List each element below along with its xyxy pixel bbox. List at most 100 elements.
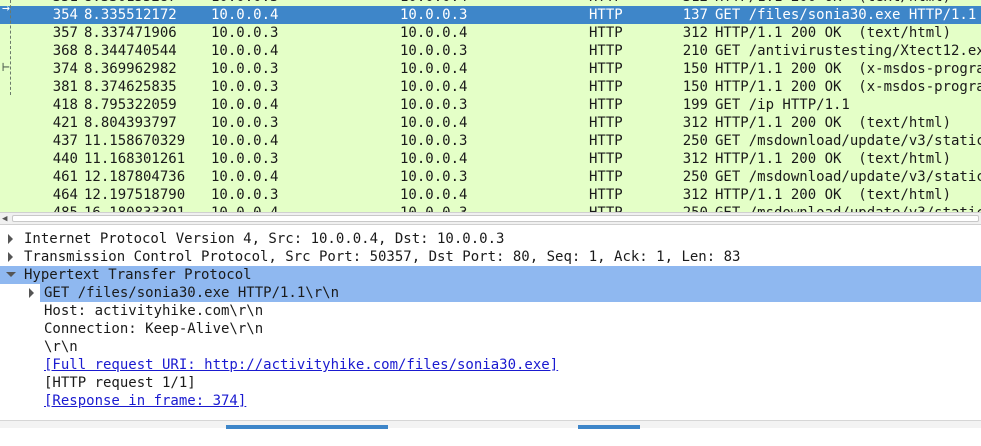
packet-row[interactable]: 374 8.369962982 10.0.0.3 10.0.0.4 HTTP 150 HTT… (0, 60, 981, 78)
packet-details-pane[interactable]: Internet Protocol Version 4, Src: 10.0.0… (0, 230, 981, 418)
frame-time-cell: 8.337471906 (84, 25, 177, 41)
frame-length-cell: 312 (682, 25, 708, 41)
frame-length-cell: 250 (674, 204, 708, 212)
frame-number-cell: 421 (52, 115, 78, 131)
triangle-right-icon[interactable] (8, 234, 13, 244)
packet-row-selected[interactable]: 354 8.335512172 10.0.0.4 10.0.0.3 HTTP 137 GET… (0, 6, 981, 24)
triangle-right-icon[interactable] (8, 252, 13, 262)
info-cell: HTTP/1.1 200 OK (text/html) (715, 151, 952, 167)
protocol-cell: HTTP (589, 133, 623, 149)
info-cell: HTTP/1.1 200 OK (x-msdos-program) (715, 79, 981, 95)
protocol-cell: HTTP (589, 97, 623, 113)
info-cell: GET /ip HTTP/1.1 (715, 97, 850, 113)
info-cell: GET /msdownload/update/v3/static (715, 169, 981, 185)
destination-address-cell: 10.0.0.3 (400, 169, 468, 185)
pane-splitter[interactable] (0, 420, 981, 429)
frame-number-cell: 374 (52, 61, 78, 77)
triangle-down-icon[interactable] (6, 272, 16, 277)
connection-header: Connection: Keep-Alive\r\n (44, 321, 264, 337)
tree-item-host[interactable]: Host: activityhike.com\r\n (0, 302, 981, 320)
tree-item-request-index[interactable]: [HTTP request 1/1] (0, 374, 981, 392)
protocol-cell: HTTP (589, 169, 623, 185)
packet-list-hscrollbar[interactable]: ◀ (0, 212, 981, 225)
scroll-thumb[interactable] (12, 215, 979, 222)
frame-time-cell: 12.187804736 (84, 169, 186, 185)
destination-address-cell: 10.0.0.4 (400, 115, 468, 131)
info-cell: HTTP/1.1 200 OK (x-msdos-program) (715, 61, 981, 77)
packet-row[interactable]: 440 11.168301261 10.0.0.3 10.0.0.4 HTTP 312 HT… (0, 150, 981, 168)
frame-time-cell: 8.795322059 (84, 97, 177, 113)
info-cell: GET /msdownload/update/v3/static (715, 133, 981, 149)
frame-length-cell: 312 (682, 187, 708, 203)
info-cell: HTTP/1.1 200 OK (text/html) (715, 115, 952, 131)
destination-address-cell: 10.0.0.4 (400, 61, 468, 77)
destination-address-cell: 10.0.0.4 (400, 79, 468, 95)
frame-number-cell: 418 (52, 97, 78, 113)
destination-address-cell: 10.0.0.3 (400, 97, 468, 113)
packet-row[interactable]: 464 12.197518790 10.0.0.3 10.0.0.4 HTTP 312 HT… (0, 186, 981, 204)
protocol-cell: HTTP (589, 79, 623, 95)
info-cell: GET /msdownload/update/v3/static (715, 204, 981, 212)
packet-row[interactable]: 381 8.374625835 10.0.0.3 10.0.0.4 HTTP 150 HTT… (0, 78, 981, 96)
destination-address-cell: 10.0.0.3 (400, 204, 580, 212)
tree-item-response-frame[interactable]: [Response in frame: 374] (0, 392, 981, 410)
scroll-left-arrow-icon[interactable]: ◀ (2, 214, 7, 224)
protocol-cell: HTTP (589, 25, 623, 41)
protocol-cell: HTTP (589, 61, 623, 77)
request-index-text: [HTTP request 1/1] (44, 375, 196, 391)
destination-address-cell: 10.0.0.4 (400, 187, 468, 203)
frame-time-cell: 8.804393797 (84, 115, 177, 131)
packet-row[interactable]: 418 8.795322059 10.0.0.4 10.0.0.3 HTTP 199 GET… (0, 96, 981, 114)
destination-address-cell: 10.0.0.4 (400, 151, 468, 167)
frame-length-cell: 210 (682, 43, 708, 59)
packet-row[interactable]: 421 8.804393797 10.0.0.3 10.0.0.4 HTTP 312 HTT… (0, 114, 981, 132)
request-line-text: GET /files/sonia30.exe HTTP/1.1\r\n (44, 285, 340, 301)
frame-time-cell: 12.197518790 (84, 187, 186, 203)
source-address-cell: 10.0.0.4 (211, 97, 279, 113)
destination-address-cell: 10.0.0.4 (400, 25, 468, 41)
packet-list[interactable]: 3518.33015528710.0.0.310.0.0.4HTTP312HTT… (0, 0, 981, 212)
ipv4-summary: Internet Protocol Version 4, Src: 10.0.0… (24, 231, 505, 247)
frame-time-cell: 8.335512172 (84, 7, 177, 23)
protocol-cell: HTTP (589, 187, 623, 203)
frame-length-cell: 250 (682, 133, 708, 149)
source-address-cell: 10.0.0.3 (211, 151, 279, 167)
packet-row[interactable]: 357 8.337471906 10.0.0.3 10.0.0.4 HTTP 312 HTT… (0, 24, 981, 42)
related-response-mark-icon: ⊢ (2, 60, 10, 75)
packet-row[interactable]: 437 11.158670329 10.0.0.4 10.0.0.3 HTTP 250 GE… (0, 132, 981, 150)
tree-item-request-line[interactable]: GET /files/sonia30.exe HTTP/1.1\r\n (0, 284, 981, 302)
tcp-summary: Transmission Control Protocol, Src Port:… (24, 249, 741, 265)
packet-row[interactable]: 485 16.180833391 10.0.0.4 10.0.0.3 HTTP 250 GE… (0, 204, 981, 212)
tree-item-crlf[interactable]: \r\n (0, 338, 981, 356)
source-address-cell: 10.0.0.3 (211, 25, 279, 41)
packet-row[interactable]: 368 8.344740544 10.0.0.4 10.0.0.3 HTTP 210 GET… (0, 42, 981, 60)
source-address-cell: 10.0.0.4 (211, 133, 279, 149)
bytes-tab-indicator-secondary[interactable] (578, 425, 640, 429)
packet-row[interactable]: 461 12.187804736 10.0.0.4 10.0.0.3 HTTP 250 GE… (0, 168, 981, 186)
http-summary: Hypertext Transfer Protocol (24, 267, 252, 283)
frame-number-cell: 485 (28, 204, 78, 212)
triangle-right-icon[interactable] (29, 288, 34, 298)
frame-time-cell: 8.374625835 (84, 79, 177, 95)
response-frame-link[interactable]: [Response in frame: 374] (44, 392, 246, 410)
bytes-tab-indicator[interactable] (226, 425, 388, 429)
frame-number-cell: 357 (52, 25, 78, 41)
tree-item-ipv4[interactable]: Internet Protocol Version 4, Src: 10.0.0… (0, 230, 981, 248)
tree-item-http[interactable]: Hypertext Transfer Protocol (0, 266, 981, 284)
full-uri-link[interactable]: [Full request URI: http://activityhike.c… (44, 356, 558, 374)
frame-length-cell: 250 (682, 169, 708, 185)
related-packets-line (10, 0, 12, 95)
tree-item-tcp[interactable]: Transmission Control Protocol, Src Port:… (0, 248, 981, 266)
source-address-cell: 10.0.0.4 (211, 204, 391, 212)
frame-length-cell: 150 (682, 79, 708, 95)
frame-number-cell: 464 (52, 187, 78, 203)
protocol-cell: HTTP (589, 43, 623, 59)
protocol-cell: HTTP (589, 151, 623, 167)
source-address-cell: 10.0.0.3 (211, 187, 279, 203)
tree-item-full-uri[interactable]: [Full request URI: http://activityhike.c… (0, 356, 981, 374)
source-address-cell: 10.0.0.3 (211, 115, 279, 131)
tree-item-connection[interactable]: Connection: Keep-Alive\r\n (0, 320, 981, 338)
info-cell: GET /files/sonia30.exe HTTP/1.1 (715, 7, 977, 23)
frame-time-cell: 11.168301261 (84, 151, 186, 167)
source-address-cell: 10.0.0.4 (211, 7, 279, 23)
